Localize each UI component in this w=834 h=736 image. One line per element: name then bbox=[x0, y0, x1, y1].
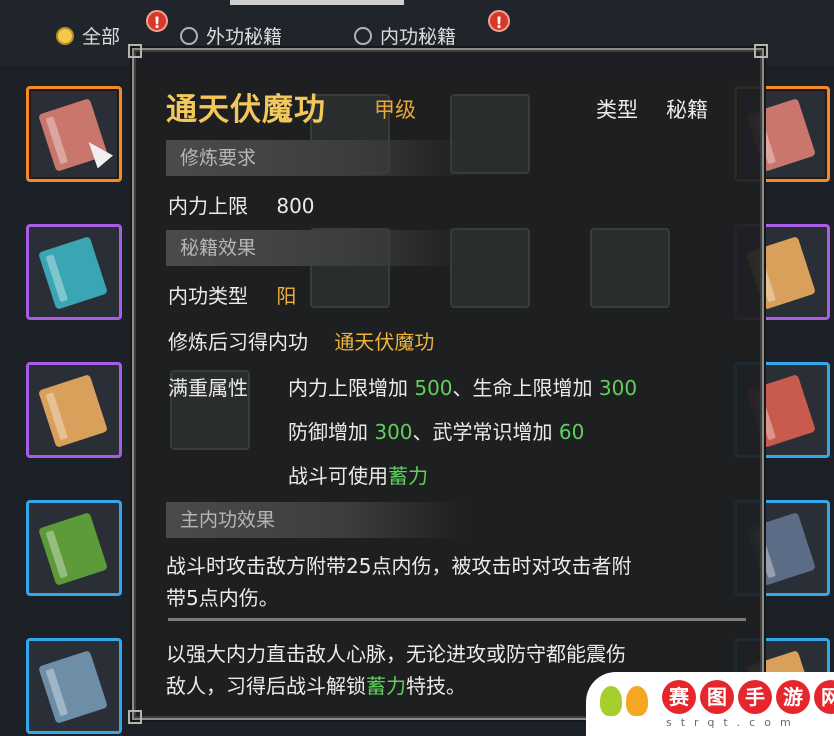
main-effect-text: 战斗时攻击敌方附带25点内伤，被攻击时对攻击者附 带5点内伤。 bbox=[166, 550, 726, 614]
learn-row: 修炼后习得内功 通天伏魔功 bbox=[168, 326, 434, 355]
type-value: 秘籍 bbox=[666, 98, 708, 122]
logo-wing bbox=[600, 686, 622, 716]
inventory-slot[interactable] bbox=[26, 86, 122, 182]
full-attr-label: 满重属性 bbox=[168, 376, 248, 400]
attr-value: 300 bbox=[374, 420, 413, 444]
radio-unselected-icon bbox=[354, 26, 372, 45]
inventory-slot[interactable] bbox=[26, 638, 122, 734]
radio-selected-icon bbox=[56, 26, 74, 45]
main-effect-header: 主内功效果 bbox=[166, 502, 466, 538]
main-effect-line: 战斗时攻击敌方附带25点内伤，被攻击时对攻击者附 bbox=[166, 554, 632, 578]
watermark-char: 游 bbox=[776, 680, 810, 714]
filter-neigong[interactable]: 内功秘籍 bbox=[354, 22, 456, 49]
attr-value: 60 bbox=[558, 420, 585, 444]
watermark-char: 网 bbox=[814, 680, 834, 714]
item-name: 通天伏魔功 bbox=[166, 92, 326, 128]
watermark-char: 图 bbox=[700, 680, 734, 714]
attr-text: 、生命上限增加 bbox=[452, 376, 593, 400]
watermark-name: 赛 图 手 游 网 bbox=[662, 680, 834, 714]
learn-value: 通天伏魔功 bbox=[334, 330, 435, 354]
attr-line-2: 防御增加 300、武学常识增加 60 bbox=[288, 416, 584, 445]
attr-line-1: 内力上限增加 500、生命上限增加 300 bbox=[288, 372, 637, 401]
filter-waigong[interactable]: 外功秘籍 bbox=[180, 22, 282, 49]
alert-badge-icon: ! bbox=[146, 10, 168, 32]
top-strip bbox=[230, 0, 404, 5]
effects-header: 秘籍效果 bbox=[166, 230, 466, 266]
inventory-slot[interactable] bbox=[26, 500, 122, 596]
inventory-slot[interactable] bbox=[26, 224, 122, 320]
learn-label: 修炼后习得内功 bbox=[168, 330, 308, 354]
attr-text: 、武学常识增加 bbox=[412, 420, 553, 444]
filter-neigong-label: 内功秘籍 bbox=[380, 26, 457, 48]
radio-unselected-icon bbox=[180, 26, 198, 45]
divider bbox=[168, 618, 746, 621]
neigong-type-value: 阳 bbox=[276, 284, 297, 308]
watermark-char: 赛 bbox=[662, 680, 696, 714]
frame-corner bbox=[128, 44, 142, 58]
book-icon bbox=[38, 374, 108, 448]
type-label: 类型 bbox=[596, 98, 638, 122]
requirement-row: 内力上限 800 bbox=[168, 190, 315, 219]
neigong-type-row: 内功类型 阳 bbox=[168, 280, 296, 309]
frame-corner bbox=[754, 44, 768, 58]
item-tooltip: 通天伏魔功 甲级 类型 秘籍 修炼要求 内力上限 800 秘籍效果 内功类型 阳… bbox=[128, 44, 768, 724]
butterfly-logo-icon bbox=[600, 678, 650, 730]
inventory-slot[interactable] bbox=[26, 362, 122, 458]
filter-all[interactable]: 全部 bbox=[56, 22, 120, 49]
alert-badge-icon: ! bbox=[488, 10, 510, 32]
attr-value: 500 bbox=[414, 376, 453, 400]
item-grade: 甲级 bbox=[374, 98, 416, 122]
book-icon bbox=[38, 650, 108, 724]
requirement-value: 800 bbox=[276, 194, 315, 218]
skill-name: 蓄力 bbox=[388, 464, 428, 488]
book-icon bbox=[38, 512, 108, 586]
filter-waigong-label: 外功秘籍 bbox=[206, 26, 283, 48]
neigong-type-label: 内功类型 bbox=[168, 284, 248, 308]
logo-wing bbox=[626, 686, 648, 716]
description-part: 敌人，习得后战斗解锁 bbox=[166, 674, 366, 698]
attr-text: 战斗可使用 bbox=[288, 464, 388, 488]
skill-name: 蓄力 bbox=[366, 674, 406, 698]
watermark-char: 手 bbox=[738, 680, 772, 714]
frame-corner bbox=[128, 710, 142, 724]
filter-all-label: 全部 bbox=[82, 26, 121, 48]
main-effect-line: 带5点内伤。 bbox=[166, 586, 279, 610]
attr-text: 防御增加 bbox=[288, 420, 368, 444]
watermark-url: strqt.com bbox=[666, 716, 800, 729]
book-icon bbox=[38, 236, 108, 310]
background-slot bbox=[590, 228, 670, 308]
attr-line-3: 战斗可使用蓄力 bbox=[288, 460, 428, 489]
attr-value: 300 bbox=[598, 376, 638, 400]
description-line: 以强大内力直击敌人心脉，无论进攻或防守都能震伤 bbox=[166, 642, 626, 666]
requirements-header: 修炼要求 bbox=[166, 140, 466, 176]
requirement-label: 内力上限 bbox=[168, 194, 248, 218]
site-watermark: 赛 图 手 游 网 strqt.com bbox=[586, 672, 834, 736]
attr-text: 内力上限增加 bbox=[288, 376, 408, 400]
description-part: 特技。 bbox=[406, 674, 466, 698]
